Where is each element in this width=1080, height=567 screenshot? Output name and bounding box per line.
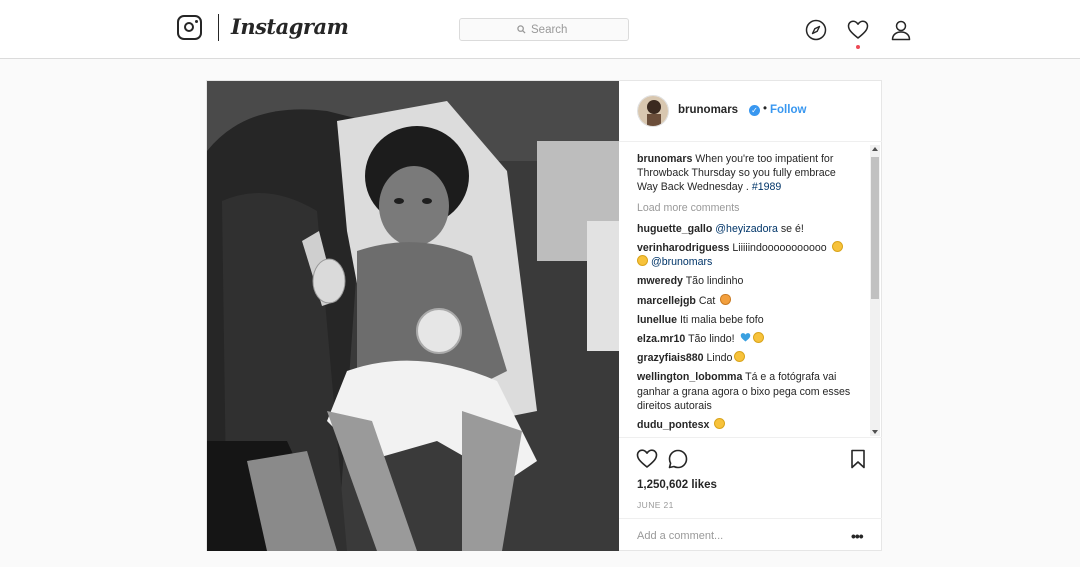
top-nav-bar: Instagram <box>0 0 1080 59</box>
comment-username[interactable]: dudu_pontesx <box>637 419 709 431</box>
notification-dot <box>856 45 860 49</box>
comment-item: dudu_pontesx <box>637 418 857 432</box>
comment-username[interactable]: lunellue <box>637 314 677 326</box>
post-date: JUNE 21 <box>637 500 674 510</box>
comment-item: grazyfiais880 Lindo <box>637 351 857 365</box>
more-options-icon[interactable]: ••• <box>851 528 864 544</box>
comment-text: Tão lindinho <box>685 275 744 288</box>
comment-text: Cat <box>698 294 719 307</box>
load-more-comments[interactable]: Load more comments <box>637 201 857 215</box>
post-side-panel: brunomars ✓ • Follow brunomars When you'… <box>619 81 882 551</box>
logo-divider <box>218 14 219 41</box>
comment-text: Tão lindo! <box>688 333 738 346</box>
comment-username[interactable]: wellington_lobomma <box>637 371 742 383</box>
post-actions: 1,250,602 likes JUNE 21 ••• <box>619 437 882 551</box>
add-comment-bar: ••• <box>619 518 882 552</box>
search-box[interactable] <box>459 18 629 41</box>
instagram-camera-icon[interactable] <box>177 15 202 40</box>
comments-list[interactable]: brunomars When you're too impatient for … <box>619 143 882 436</box>
instagram-wordmark[interactable]: Instagram <box>231 14 349 39</box>
comment-text: Liiiiindooooooooooo <box>732 242 830 255</box>
smiling-face-emoji-icon <box>637 255 648 267</box>
comment-username[interactable]: marcellejgb <box>637 295 696 307</box>
smiling-face-emoji-icon <box>734 351 746 363</box>
cat-face-emoji-icon <box>720 293 732 305</box>
comment-text: Iti malia bebe fofo <box>679 313 764 326</box>
separator-dot: • <box>763 103 768 115</box>
caption-username[interactable]: brunomars <box>637 153 692 165</box>
heart-eyes-emoji-icon <box>752 332 764 344</box>
profile-icon[interactable] <box>890 19 912 41</box>
avatar[interactable] <box>637 95 669 127</box>
caption-hashtag[interactable]: #1989 <box>752 181 781 193</box>
blue-heart-emoji-icon <box>740 332 751 343</box>
likes-count[interactable]: 1,250,602 likes <box>637 479 717 491</box>
comment-text: Lindo <box>706 352 733 365</box>
post-username[interactable]: brunomars <box>678 104 738 116</box>
caption: brunomars When you're too impatient for … <box>637 152 857 195</box>
comment-bubble-icon[interactable] <box>667 448 689 470</box>
comment-text: se é! <box>777 222 804 235</box>
comment-item: elza.mr10 Tão lindo! <box>637 332 857 346</box>
comment-username[interactable]: elza.mr10 <box>637 333 685 345</box>
smiling-face-emoji-icon <box>831 241 843 253</box>
post-card: brunomars ✓ • Follow brunomars When you'… <box>206 80 882 551</box>
heart-icon[interactable] <box>847 19 869 41</box>
search-icon <box>517 25 526 34</box>
comment-username[interactable]: grazyfiais880 <box>637 352 704 364</box>
comments-scrollbar[interactable] <box>870 145 880 436</box>
scroll-up-arrow-icon[interactable] <box>872 147 878 151</box>
verified-badge-icon: ✓ <box>749 105 760 116</box>
scroll-down-arrow-icon[interactable] <box>872 430 878 434</box>
comment-item: lunellue Iti malia bebe fofo <box>637 313 857 327</box>
search-input[interactable] <box>531 23 571 36</box>
comment-item: marcellejgb Cat <box>637 293 857 308</box>
follow-button[interactable]: Follow <box>770 104 806 116</box>
comment-mention[interactable]: @brunomars <box>651 256 712 268</box>
comment-item: verinharodriguess Liiiiindooooooooooo @b… <box>637 241 857 269</box>
comment-username[interactable]: mweredy <box>637 275 683 287</box>
grinning-face-emoji-icon <box>714 418 726 430</box>
comment-mention[interactable]: @heyizadora <box>715 223 778 235</box>
post-photo[interactable] <box>207 81 619 551</box>
bookmark-icon[interactable] <box>847 448 869 470</box>
scrollbar-thumb[interactable] <box>871 157 879 299</box>
add-comment-input[interactable] <box>637 528 827 544</box>
post-header: brunomars ✓ • Follow <box>619 81 882 142</box>
comment-item: mweredy Tão lindinho <box>637 274 857 288</box>
comment-username[interactable]: huguette_gallo <box>637 223 712 235</box>
comment-username[interactable]: verinharodriguess <box>637 242 729 254</box>
comment-item: huguette_gallo @heyizadora se é! <box>637 222 857 236</box>
compass-icon[interactable] <box>805 19 827 41</box>
comment-item: wellington_lobomma Tá e a fotógrafa vai … <box>637 370 857 413</box>
like-heart-icon[interactable] <box>636 448 658 470</box>
